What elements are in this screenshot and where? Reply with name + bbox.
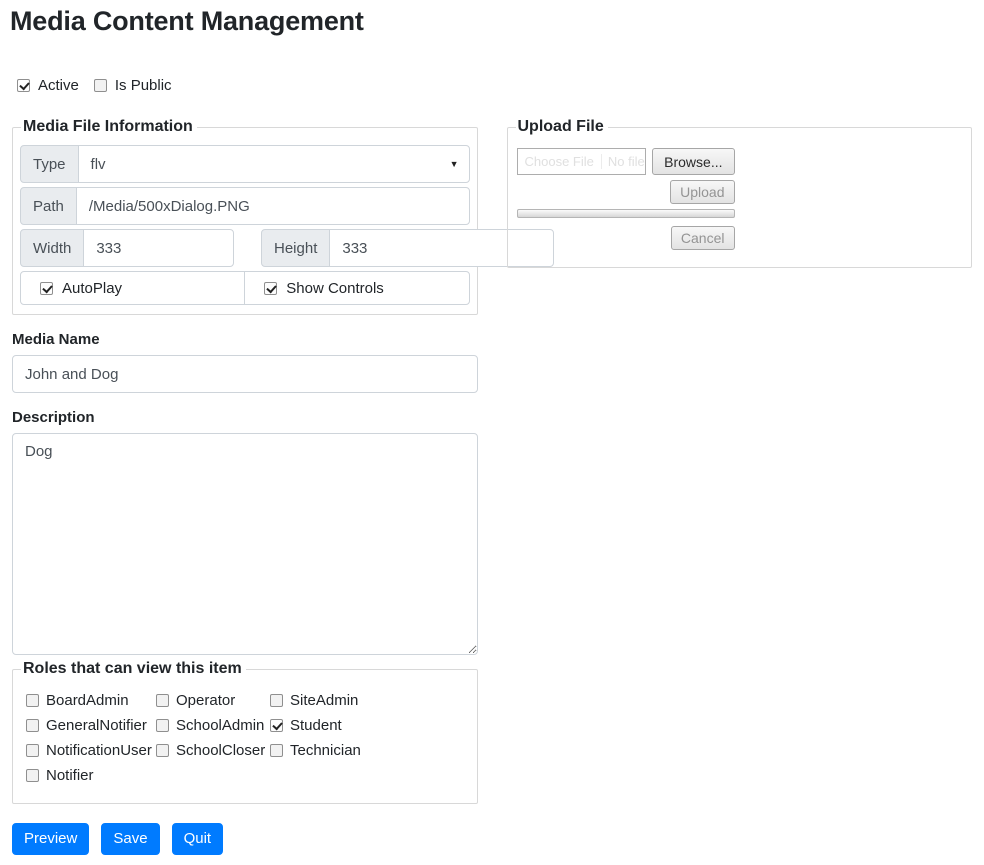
role-siteadmin-label: SiteAdmin bbox=[290, 692, 358, 709]
role-schooladmin-checkbox[interactable] bbox=[156, 719, 169, 732]
role-notifier-field[interactable]: Notifier bbox=[26, 767, 156, 784]
active-checkbox[interactable] bbox=[17, 79, 30, 92]
role-student-field[interactable]: Student bbox=[270, 717, 470, 734]
roles-grid: BoardAdmin Operator SiteAdmin GeneralNot… bbox=[20, 687, 470, 794]
cancel-button-row: Cancel bbox=[517, 226, 735, 250]
upload-file-legend: Upload File bbox=[516, 118, 608, 136]
chevron-down-icon: ▼ bbox=[450, 159, 459, 169]
is-public-checkbox-field[interactable]: Is Public bbox=[94, 77, 172, 94]
role-boardadmin-field[interactable]: BoardAdmin bbox=[26, 692, 156, 709]
upload-controls: Choose File No file selected Browse... U… bbox=[515, 145, 735, 258]
roles-row-4: Notifier bbox=[26, 767, 470, 784]
upload-progress-bar bbox=[517, 209, 735, 218]
role-operator-checkbox[interactable] bbox=[156, 694, 169, 707]
description-label: Description bbox=[12, 409, 478, 426]
width-label: Width bbox=[20, 229, 84, 267]
media-file-info-legend: Media File Information bbox=[21, 118, 197, 136]
playback-options-row: AutoPlay Show Controls bbox=[20, 271, 470, 305]
upload-button-row: Upload bbox=[517, 180, 735, 204]
path-label: Path bbox=[20, 187, 77, 225]
media-name-field: Media Name bbox=[12, 331, 478, 393]
role-boardadmin-label: BoardAdmin bbox=[46, 692, 129, 709]
dimensions-row: Width Height bbox=[20, 229, 470, 267]
save-button[interactable]: Save bbox=[101, 823, 159, 855]
role-schoolcloser-label: SchoolCloser bbox=[176, 742, 265, 759]
role-student-checkbox[interactable] bbox=[270, 719, 283, 732]
roles-legend: Roles that can view this item bbox=[21, 660, 246, 678]
role-generalnotifier-field[interactable]: GeneralNotifier bbox=[26, 717, 156, 734]
path-input[interactable] bbox=[76, 187, 470, 225]
file-input-faint-button-text: Choose File bbox=[518, 154, 601, 169]
description-field: Description Dog bbox=[12, 409, 478, 660]
media-name-input[interactable] bbox=[12, 355, 478, 393]
upload-file-fieldset: Upload File Choose File No file selected… bbox=[507, 118, 973, 268]
type-field: Type flv ▼ bbox=[20, 145, 470, 183]
browse-button[interactable]: Browse... bbox=[652, 148, 734, 175]
preview-button[interactable]: Preview bbox=[12, 823, 89, 855]
action-button-row: Preview Save Quit bbox=[12, 823, 972, 855]
type-label: Type bbox=[20, 145, 79, 183]
width-input[interactable] bbox=[83, 229, 234, 267]
role-siteadmin-field[interactable]: SiteAdmin bbox=[270, 692, 470, 709]
role-notificationuser-label: NotificationUser bbox=[46, 742, 152, 759]
role-boardadmin-checkbox[interactable] bbox=[26, 694, 39, 707]
show-controls-checkbox[interactable] bbox=[264, 282, 277, 295]
show-controls-checkbox-label: Show Controls bbox=[286, 280, 384, 297]
role-generalnotifier-label: GeneralNotifier bbox=[46, 717, 147, 734]
roles-fieldset: Roles that can view this item BoardAdmin… bbox=[12, 660, 478, 804]
two-column-row: Media File Information Type flv ▼ Path W… bbox=[12, 118, 972, 315]
file-input-faint-status-text: No file selected bbox=[601, 154, 645, 169]
active-checkbox-field[interactable]: Active bbox=[17, 77, 79, 94]
role-notificationuser-field[interactable]: NotificationUser bbox=[26, 742, 156, 759]
autoplay-checkbox-label: AutoPlay bbox=[62, 280, 122, 297]
role-schooladmin-label: SchoolAdmin bbox=[176, 717, 264, 734]
role-schoolcloser-checkbox[interactable] bbox=[156, 744, 169, 757]
is-public-checkbox-label: Is Public bbox=[115, 77, 172, 94]
page-title: Media Content Management bbox=[10, 6, 972, 37]
role-technician-field[interactable]: Technician bbox=[270, 742, 470, 759]
role-notifier-label: Notifier bbox=[46, 767, 94, 784]
top-checkbox-row: Active Is Public bbox=[17, 77, 972, 94]
file-row: Choose File No file selected Browse... bbox=[517, 148, 735, 175]
description-textarea[interactable]: Dog bbox=[12, 433, 478, 655]
media-file-info-fieldset: Media File Information Type flv ▼ Path W… bbox=[12, 118, 478, 315]
role-siteadmin-checkbox[interactable] bbox=[270, 694, 283, 707]
cancel-button[interactable]: Cancel bbox=[671, 226, 735, 250]
media-name-label: Media Name bbox=[12, 331, 478, 348]
role-schooladmin-field[interactable]: SchoolAdmin bbox=[156, 717, 270, 734]
role-technician-label: Technician bbox=[290, 742, 361, 759]
role-technician-checkbox[interactable] bbox=[270, 744, 283, 757]
show-controls-checkbox-field[interactable]: Show Controls bbox=[244, 271, 469, 305]
active-checkbox-label: Active bbox=[38, 77, 79, 94]
autoplay-checkbox[interactable] bbox=[40, 282, 53, 295]
autoplay-checkbox-field[interactable]: AutoPlay bbox=[20, 271, 245, 305]
role-notifier-checkbox[interactable] bbox=[26, 769, 39, 782]
quit-button[interactable]: Quit bbox=[172, 823, 224, 855]
role-operator-field[interactable]: Operator bbox=[156, 692, 270, 709]
role-schoolcloser-field[interactable]: SchoolCloser bbox=[156, 742, 270, 759]
is-public-checkbox[interactable] bbox=[94, 79, 107, 92]
role-notificationuser-checkbox[interactable] bbox=[26, 744, 39, 757]
page: Media Content Management Active Is Publi… bbox=[0, 0, 984, 865]
type-select[interactable]: flv ▼ bbox=[78, 145, 470, 183]
height-label: Height bbox=[261, 229, 330, 267]
upload-button[interactable]: Upload bbox=[670, 180, 734, 204]
roles-row-3: NotificationUser SchoolCloser Technician bbox=[26, 742, 470, 759]
type-select-value: flv bbox=[91, 156, 106, 173]
width-field: Width bbox=[20, 229, 234, 267]
roles-row-2: GeneralNotifier SchoolAdmin Student bbox=[26, 717, 470, 734]
role-student-label: Student bbox=[290, 717, 342, 734]
roles-row-1: BoardAdmin Operator SiteAdmin bbox=[26, 692, 470, 709]
role-operator-label: Operator bbox=[176, 692, 235, 709]
path-field: Path bbox=[20, 187, 470, 225]
role-generalnotifier-checkbox[interactable] bbox=[26, 719, 39, 732]
file-input[interactable]: Choose File No file selected bbox=[517, 148, 647, 175]
